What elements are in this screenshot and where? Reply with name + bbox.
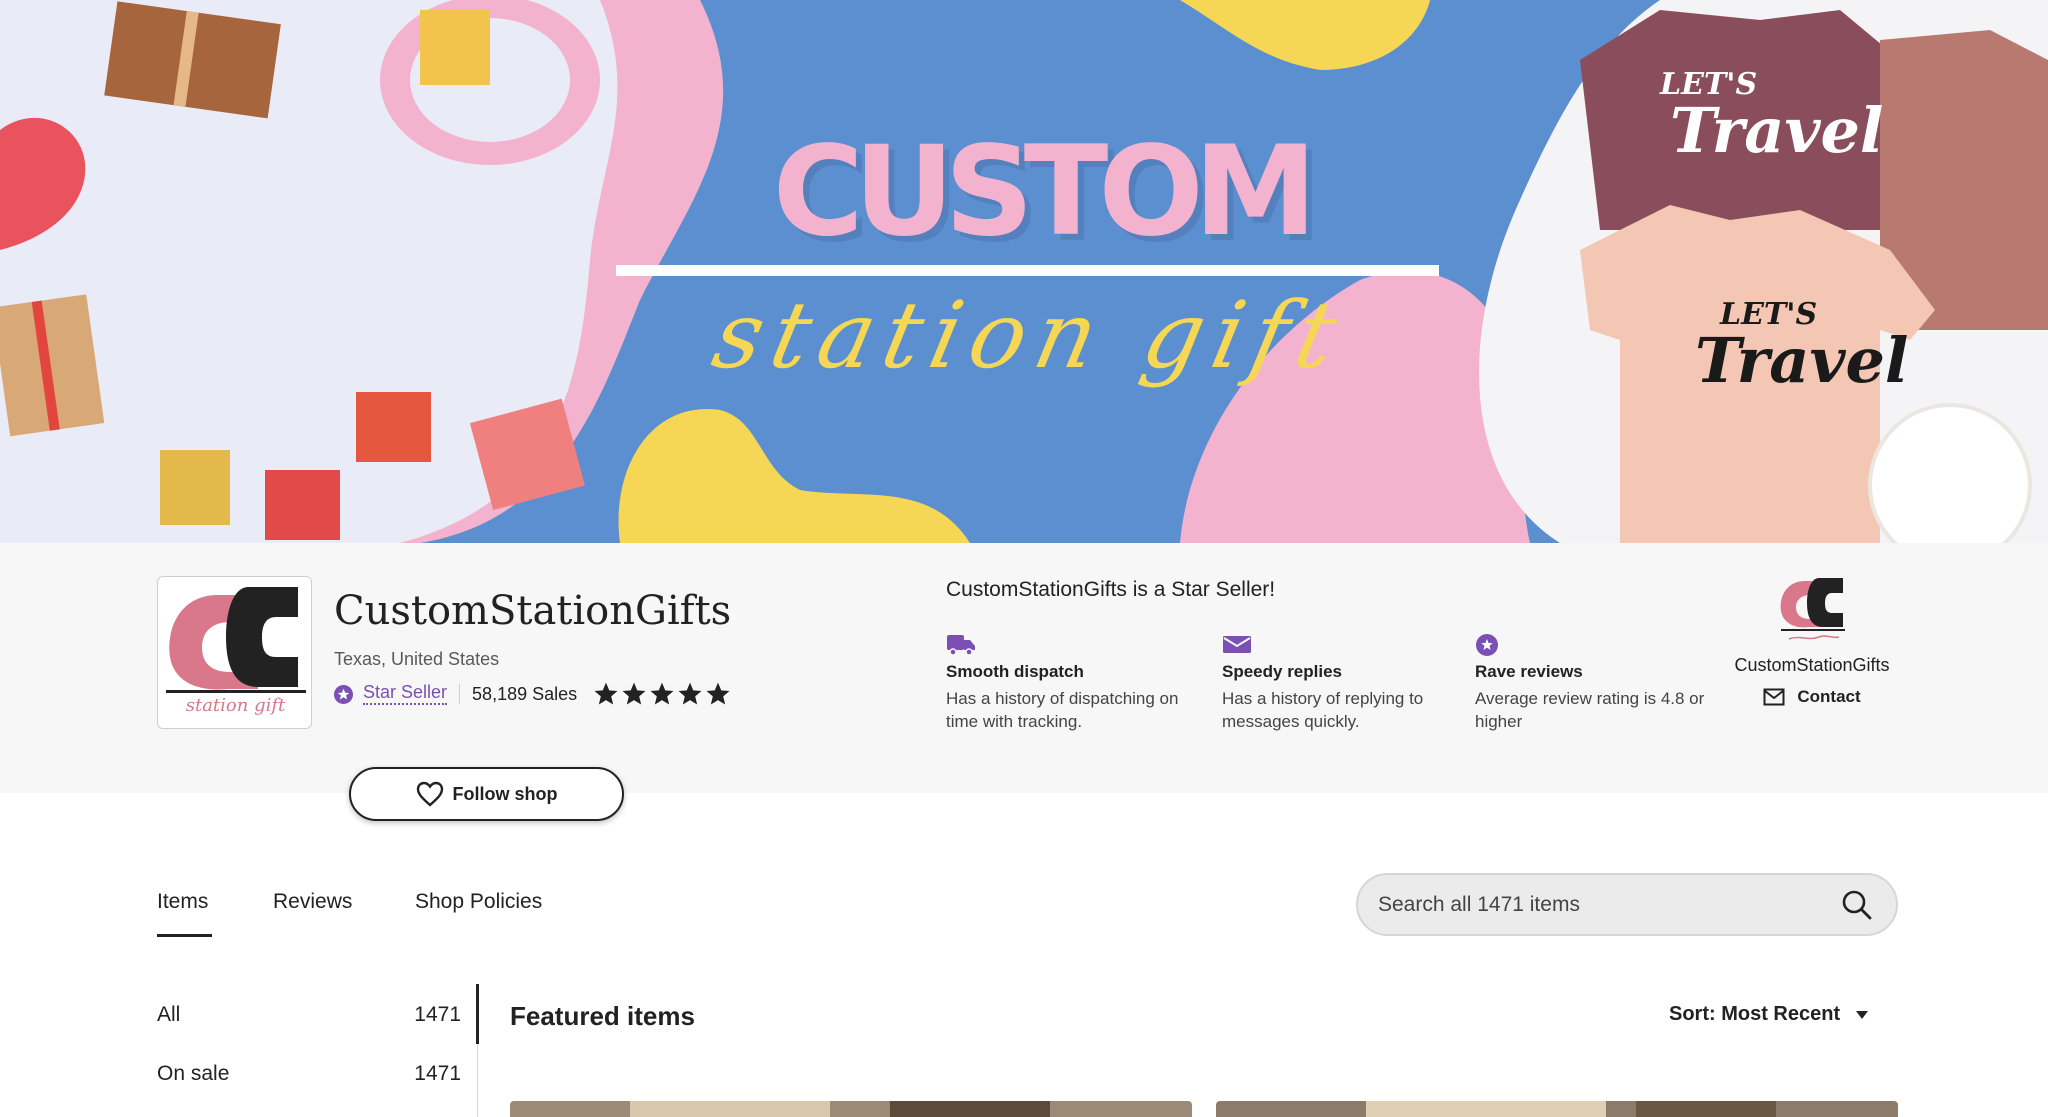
sort-dropdown[interactable]: Sort: Most Recent bbox=[1669, 1003, 1869, 1026]
category-label: All bbox=[157, 1003, 181, 1026]
owner-name: CustomStationGifts bbox=[1734, 655, 1890, 675]
banner-divider bbox=[616, 265, 1439, 276]
shop-name: CustomStationGifts bbox=[334, 588, 732, 634]
sales-count: 58,189 Sales bbox=[472, 683, 578, 704]
perk-description: Average review rating is 4.8 or higher bbox=[1475, 689, 1705, 731]
mail-icon bbox=[1763, 688, 1785, 706]
listing-image[interactable] bbox=[1216, 1101, 1898, 1117]
sidebar-divider bbox=[477, 1044, 478, 1117]
caret-down-icon bbox=[1856, 1010, 1869, 1019]
owner-avatar[interactable] bbox=[1775, 575, 1849, 649]
shop-logo[interactable]: station gift bbox=[157, 576, 312, 729]
banner-title: CUSTOM bbox=[772, 120, 1317, 264]
tab-items[interactable]: Items bbox=[157, 890, 208, 914]
shop-banner: CUSTOM station gift LET'S Travel LET'S T… bbox=[0, 0, 2048, 543]
search-input[interactable] bbox=[1378, 875, 1818, 934]
follow-shop-button[interactable]: Follow shop bbox=[349, 767, 624, 821]
shop-location: Texas, United States bbox=[334, 649, 500, 669]
perk-description: Has a history of dispatching on time wit… bbox=[946, 689, 1179, 731]
active-category-indicator bbox=[476, 984, 479, 1044]
listing-image[interactable] bbox=[510, 1101, 1192, 1117]
listing-image-preview bbox=[510, 1101, 1192, 1117]
perk-title: Speedy replies bbox=[1222, 662, 1343, 681]
perk-smooth-dispatch: Smooth dispatch Has a history of dispatc… bbox=[946, 632, 1186, 733]
perk-title: Smooth dispatch bbox=[946, 662, 1084, 681]
rating-star-icon bbox=[678, 682, 702, 705]
perk-speedy-replies: Speedy replies Has a history of replying… bbox=[1222, 632, 1462, 733]
shop-logo-script: station gift bbox=[185, 695, 286, 716]
owner-avatar-graphic bbox=[1780, 578, 1845, 640]
rating-star-icon bbox=[622, 682, 646, 705]
rating-star-icon bbox=[706, 682, 730, 705]
perk-title: Rave reviews bbox=[1475, 662, 1583, 681]
featured-items-heading: Featured items bbox=[510, 1001, 695, 1031]
sidebar-item-on-sale[interactable]: On sale 1471 bbox=[157, 1062, 461, 1086]
category-label: On sale bbox=[157, 1062, 230, 1085]
rating-stars[interactable] bbox=[593, 681, 733, 707]
shop-search bbox=[1356, 873, 1898, 936]
heart-icon bbox=[416, 781, 443, 807]
listing-image-preview bbox=[1216, 1101, 1898, 1117]
follow-shop-label: Follow shop bbox=[452, 783, 558, 804]
tee-print-top-line2: Travel bbox=[1670, 94, 1884, 167]
sort-label: Sort: Most Recent bbox=[1669, 1003, 1841, 1025]
shop-meta: Star Seller 58,189 Sales bbox=[334, 680, 733, 708]
shop-owner: CustomStationGifts Contact bbox=[1717, 575, 1907, 707]
tab-reviews[interactable]: Reviews bbox=[273, 890, 352, 914]
truck-icon bbox=[947, 635, 975, 656]
perk-rave-reviews: Rave reviews Average review rating is 4.… bbox=[1475, 632, 1715, 733]
contact-button[interactable]: Contact bbox=[1717, 687, 1907, 707]
tab-shop-policies[interactable]: Shop Policies bbox=[415, 890, 542, 914]
active-tab-indicator bbox=[157, 934, 212, 937]
star-seller-badge-icon bbox=[334, 684, 353, 704]
mail-icon bbox=[1223, 636, 1251, 653]
star-seller-link[interactable]: Star Seller bbox=[363, 682, 448, 705]
search-icon[interactable] bbox=[1840, 888, 1874, 922]
banner-subtitle: station gift bbox=[704, 282, 1356, 389]
star-badge-icon bbox=[1476, 634, 1498, 656]
rating-star-icon bbox=[650, 682, 674, 705]
contact-label: Contact bbox=[1797, 687, 1861, 706]
meta-separator bbox=[459, 684, 461, 704]
tee-print-bottom-line2: Travel bbox=[1695, 324, 1909, 397]
rating-star-icon bbox=[594, 682, 618, 705]
perk-description: Has a history of replying to messages qu… bbox=[1222, 689, 1424, 731]
category-count: 1471 bbox=[414, 1062, 461, 1085]
category-count: 1471 bbox=[414, 1003, 461, 1026]
star-seller-heading: CustomStationGifts is a Star Seller! bbox=[946, 578, 1276, 601]
sidebar-item-all[interactable]: All 1471 bbox=[157, 1003, 461, 1027]
